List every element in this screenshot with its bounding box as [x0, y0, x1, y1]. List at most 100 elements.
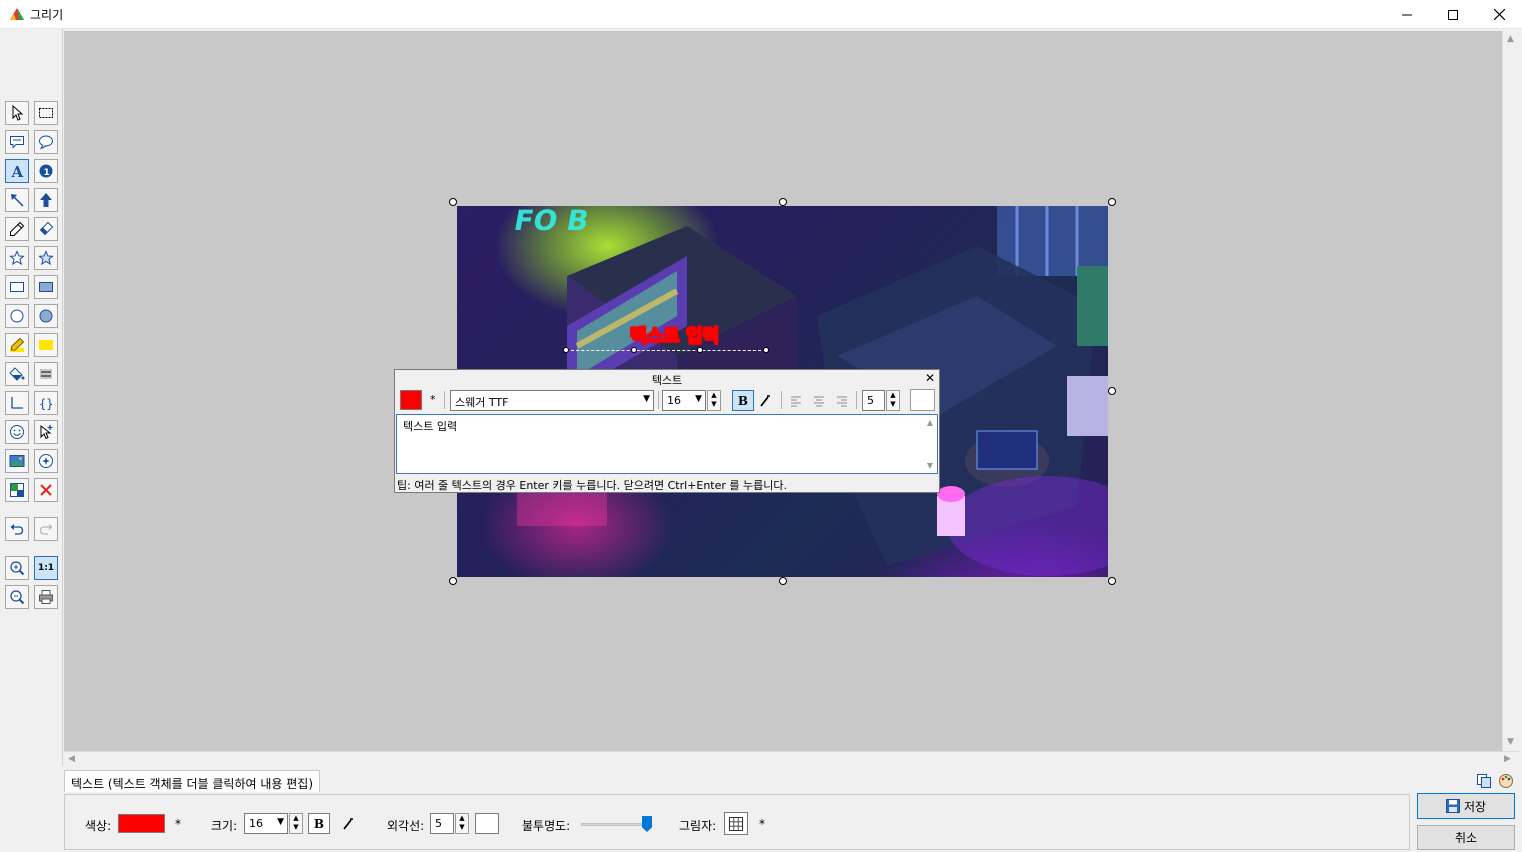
redo-button[interactable] [34, 517, 58, 541]
text-object[interactable]: 텍스트 입력 [629, 322, 719, 348]
scroll-up-icon[interactable]: ▲ [1507, 34, 1514, 44]
text-content-input[interactable]: 텍스트 입력 ▲ ▼ [396, 414, 938, 474]
selection-handle-right[interactable] [1108, 387, 1116, 395]
color-swap-icon [10, 483, 24, 497]
dialog-close-button[interactable]: ✕ [925, 371, 935, 385]
star-filled-tool-button[interactable] [34, 246, 58, 270]
separator [444, 391, 445, 409]
text-handle-mid-left[interactable] [631, 347, 637, 353]
line-arrow-tool-button[interactable] [5, 188, 29, 212]
highlight-rect-tool-button[interactable] [34, 333, 58, 357]
italic-toggle-button[interactable] [337, 813, 359, 834]
align-right-button[interactable] [831, 390, 853, 411]
horizontal-scrollbar[interactable]: ◀ ▶ [64, 751, 1519, 768]
outline-spinner[interactable]: ▲ ▼ [455, 813, 469, 834]
size-select[interactable]: 16 ▼ [244, 813, 288, 834]
text-color-swatch[interactable] [400, 390, 422, 410]
ellipse-tool-button[interactable] [5, 304, 29, 328]
mosaic-tool-button[interactable] [34, 362, 58, 386]
scroll-left-icon[interactable]: ◀ [68, 754, 75, 764]
diagonal-arrow-icon [11, 194, 24, 207]
font-family-select[interactable]: 스웨거 TTF ▼ [450, 390, 654, 411]
shadow-default-star[interactable]: * [759, 817, 765, 831]
cursor-stamp-tool-button[interactable] [34, 420, 58, 444]
text-handle-right[interactable] [763, 347, 769, 353]
print-button[interactable] [34, 585, 58, 609]
text-tool-button[interactable]: A [5, 159, 29, 183]
zoom-in-button[interactable] [5, 556, 29, 580]
font-size-spinner[interactable]: ▲ ▼ [707, 390, 721, 411]
zoom-out-button[interactable] [5, 585, 29, 609]
size-spinner[interactable]: ▲ ▼ [289, 813, 303, 834]
align-center-button[interactable] [808, 390, 830, 411]
selection-handle-top-right[interactable] [1108, 198, 1116, 206]
star-outline-tool-button[interactable] [5, 246, 29, 270]
bold-toggle-button[interactable]: B [732, 390, 754, 411]
opacity-slider-track[interactable] [581, 823, 647, 826]
brace-tool-button[interactable]: {} [34, 391, 58, 415]
callout-round-tool-button[interactable] [34, 130, 58, 154]
vertical-scrollbar[interactable]: ▲ ▼ [1502, 31, 1519, 751]
font-size-select[interactable]: 16 ▼ [662, 390, 706, 411]
number-tool-button[interactable]: 1 [34, 159, 58, 183]
filled-rectangle-tool-button[interactable] [34, 275, 58, 299]
scroll-up-icon[interactable]: ▲ [927, 418, 933, 427]
fill-tool-button[interactable] [5, 362, 29, 386]
insert-image-tool-button[interactable] [5, 449, 29, 473]
scroll-down-icon[interactable]: ▼ [1507, 737, 1514, 747]
dialog-tip-text: 팁: 여러 줄 텍스트의 경우 Enter 키를 누릅니다. 닫으려면 Ctrl… [397, 479, 787, 492]
copy-icon[interactable] [1476, 773, 1492, 789]
color-picker-tool-button[interactable] [5, 478, 29, 502]
align-right-icon [837, 396, 847, 406]
block-arrow-tool-button[interactable] [34, 188, 58, 212]
separator [781, 391, 782, 409]
outline-width-input[interactable]: 5 [862, 390, 885, 411]
text-handle-left[interactable] [563, 347, 569, 353]
close-button[interactable] [1476, 0, 1522, 29]
selection-handle-top-left[interactable] [449, 198, 457, 206]
rect-select-tool-button[interactable] [34, 101, 58, 125]
selection-handle-bottom-left[interactable] [449, 577, 457, 585]
scroll-down-icon[interactable]: ▼ [927, 461, 933, 470]
emoji-tool-button[interactable] [5, 420, 29, 444]
align-left-button[interactable] [785, 390, 807, 411]
select-tool-button[interactable] [5, 101, 29, 125]
save-button[interactable]: 저장 [1417, 793, 1515, 819]
scroll-right-icon[interactable]: ▶ [1504, 754, 1511, 764]
outline-input[interactable]: 5 [430, 813, 454, 834]
cancel-button[interactable]: 취소 [1417, 825, 1515, 850]
rectangle-tool-button[interactable] [5, 275, 29, 299]
minimize-button[interactable] [1384, 0, 1430, 29]
rectangle-filled-icon [39, 282, 53, 292]
angle-tool-button[interactable] [5, 391, 29, 415]
properties-tab[interactable]: 텍스트 (텍스트 객체를 더블 클릭하여 내용 편집) [64, 770, 321, 792]
outline-width-spinner[interactable]: ▲ ▼ [886, 390, 900, 411]
color-default-star[interactable]: * [175, 817, 181, 831]
eraser-tool-button[interactable] [34, 217, 58, 241]
bold-toggle-button[interactable]: B [308, 813, 330, 834]
outline-color-swatch[interactable] [910, 389, 935, 411]
undo-button[interactable] [5, 517, 29, 541]
callout-rect-tool-button[interactable] [5, 130, 29, 154]
selection-handle-bottom-right[interactable] [1108, 577, 1116, 585]
shadow-toggle-button[interactable] [724, 812, 748, 835]
highlighter-tool-button[interactable] [5, 333, 29, 357]
color-swatch[interactable] [118, 814, 165, 833]
outline-label: 외각선: [387, 819, 425, 833]
outline-color-swatch[interactable] [475, 813, 499, 834]
text-handle-mid-right[interactable] [697, 347, 703, 353]
opacity-slider-thumb[interactable] [642, 816, 652, 832]
maximize-button[interactable] [1430, 0, 1476, 29]
pencil-tool-button[interactable] [5, 217, 29, 241]
filled-ellipse-tool-button[interactable] [34, 304, 58, 328]
delete-tool-button[interactable] [34, 478, 58, 502]
selection-handle-bottom[interactable] [779, 577, 787, 585]
italic-toggle-button[interactable] [754, 390, 776, 411]
opacity-label: 불투명도: [522, 819, 571, 833]
color-default-star[interactable]: * [430, 393, 436, 406]
selection-handle-top[interactable] [779, 198, 787, 206]
center-mark-tool-button[interactable] [34, 449, 58, 473]
font-size-value: 16 [667, 394, 681, 407]
actual-size-button[interactable]: 1:1 [34, 556, 58, 580]
palette-icon[interactable] [1498, 773, 1514, 789]
